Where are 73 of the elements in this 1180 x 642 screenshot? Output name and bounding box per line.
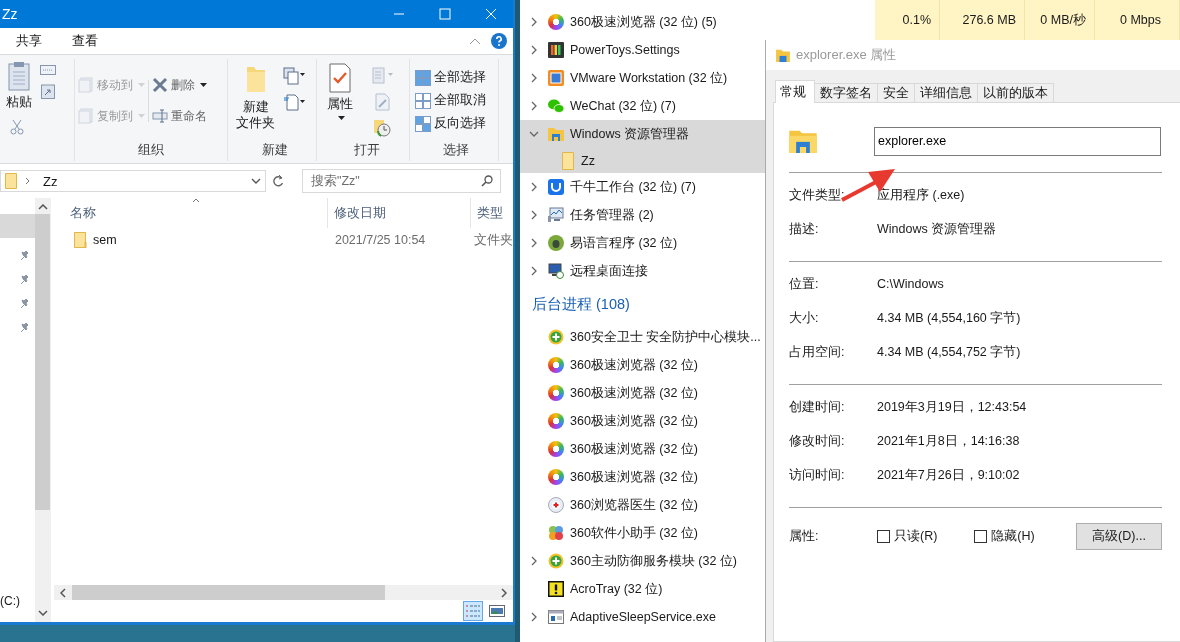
name-field[interactable]: explorer.exe	[874, 126, 1161, 156]
tab[interactable]: 以前的版本	[977, 83, 1054, 103]
field-label: 位置:	[789, 275, 820, 293]
process-row[interactable]: AcroTray (32 位)	[520, 575, 765, 603]
field-value: 2019年3月19日，12:43:54	[877, 398, 1027, 416]
table-cell-text: 文件夹	[473, 231, 513, 249]
field-value: 4.34 MB (4,554,752 字节)	[877, 343, 1021, 361]
search-field[interactable]: 搜索"Zz"	[302, 169, 501, 193]
column-header[interactable]: 名称	[54, 198, 328, 228]
group-label: 组织	[137, 142, 165, 159]
paste-button[interactable]: 粘贴	[4, 59, 34, 113]
ribbon-button[interactable]: 全部取消	[414, 91, 498, 110]
metric-cell: 0 Mbps	[1095, 0, 1180, 40]
process-row[interactable]: Windows 资源管理器	[520, 120, 765, 148]
dialog-title: explorer.exe 属性	[796, 46, 897, 64]
ribbon-button[interactable]: 重命名	[151, 106, 208, 126]
metric-cell: 0 MB/秒	[1025, 0, 1095, 40]
section-header: 后台进程 (108)	[531, 294, 631, 314]
process-row[interactable]: 360极速浏览器 (32 位)	[520, 351, 765, 379]
field-value: 2021年7月26日，9:10:02	[877, 466, 1020, 484]
process-row[interactable]: 360极速浏览器 (32 位)	[520, 407, 765, 435]
field-value: 2021年1月8日，14:16:38	[877, 432, 1020, 450]
field-value: 4.34 MB (4,554,160 字节)	[877, 309, 1021, 327]
ribbon-tab[interactable]: 共享	[16, 32, 42, 50]
metric-cell: 0.1%	[875, 0, 940, 40]
group-label: 新建	[261, 142, 289, 159]
process-row[interactable]: 360极速浏览器 (32 位)	[520, 379, 765, 407]
properties-button[interactable]: 属性	[325, 61, 355, 122]
process-row[interactable]: 360极速浏览器 (32 位) (5)	[520, 8, 765, 36]
process-row[interactable]: 360主动防御服务模块 (32 位)	[520, 547, 765, 575]
advanced-button[interactable]: 高级(D)...	[1076, 523, 1162, 550]
field-label: 文件类型:	[789, 186, 846, 204]
column-header[interactable]: 修改日期	[328, 198, 471, 228]
process-row[interactable]: 任务管理器 (2)	[520, 201, 765, 229]
tab[interactable]: 常规	[775, 80, 815, 103]
checkbox[interactable]: 隐藏(H)	[974, 528, 1035, 545]
process-row[interactable]: 360浏览器医生 (32 位)	[520, 491, 765, 519]
field-label: 占用空间:	[789, 343, 846, 361]
ribbon-tab[interactable]: 查看	[72, 32, 98, 50]
process-row[interactable]: 易语言程序 (32 位)	[520, 229, 765, 257]
metric-cell: 276.6 MB	[940, 0, 1025, 40]
process-row[interactable]: 360安全卫士 安全防护中心模块...	[520, 323, 765, 351]
process-row[interactable]: 360软件小助手 (32 位)	[520, 519, 765, 547]
nav-item[interactable]: (C:)	[0, 594, 20, 608]
window-title: Zz	[1, 6, 18, 22]
table-cell-text: 2021/7/25 10:54	[333, 233, 427, 247]
group-label: 选择	[442, 142, 470, 159]
process-row[interactable]: Zz	[520, 148, 765, 173]
ribbon-button[interactable]: 删除	[151, 75, 208, 95]
column-header[interactable]: 类型	[471, 198, 513, 228]
group-label: 打开	[353, 142, 381, 159]
new-folder-button[interactable]: 新建 文件夹	[234, 61, 277, 133]
process-row[interactable]: AdaptiveSleepService.exe	[520, 603, 765, 631]
field-label: 创建时间:	[789, 398, 846, 416]
field-value: C:\Windows	[877, 277, 944, 291]
field-label: 访问时间:	[789, 466, 846, 484]
process-row[interactable]: 360极速浏览器 (32 位)	[520, 463, 765, 491]
field-label: 修改时间:	[789, 432, 846, 450]
field-label: 描述:	[789, 220, 820, 238]
process-row[interactable]: PowerToys.Settings	[520, 36, 765, 64]
process-row[interactable]: 千牛工作台 (32 位) (7)	[520, 173, 765, 201]
process-row[interactable]: WeChat (32 位) (7)	[520, 92, 765, 120]
address-bar[interactable]: Zz	[0, 170, 266, 192]
process-row[interactable]: 远程桌面连接	[520, 257, 765, 285]
checkbox[interactable]: 只读(R)	[877, 528, 938, 545]
field-label: 属性:	[789, 528, 820, 545]
file-name[interactable]: sem	[93, 233, 117, 247]
process-row[interactable]: 360极速浏览器 (32 位)	[520, 435, 765, 463]
field-label: 大小:	[789, 309, 820, 327]
field-value: Windows 资源管理器	[877, 220, 997, 238]
ribbon-button[interactable]: 反向选择	[414, 114, 498, 133]
ribbon-button[interactable]: 全部选择	[414, 68, 498, 87]
process-row[interactable]: VMware Workstation (32 位)	[520, 64, 765, 92]
